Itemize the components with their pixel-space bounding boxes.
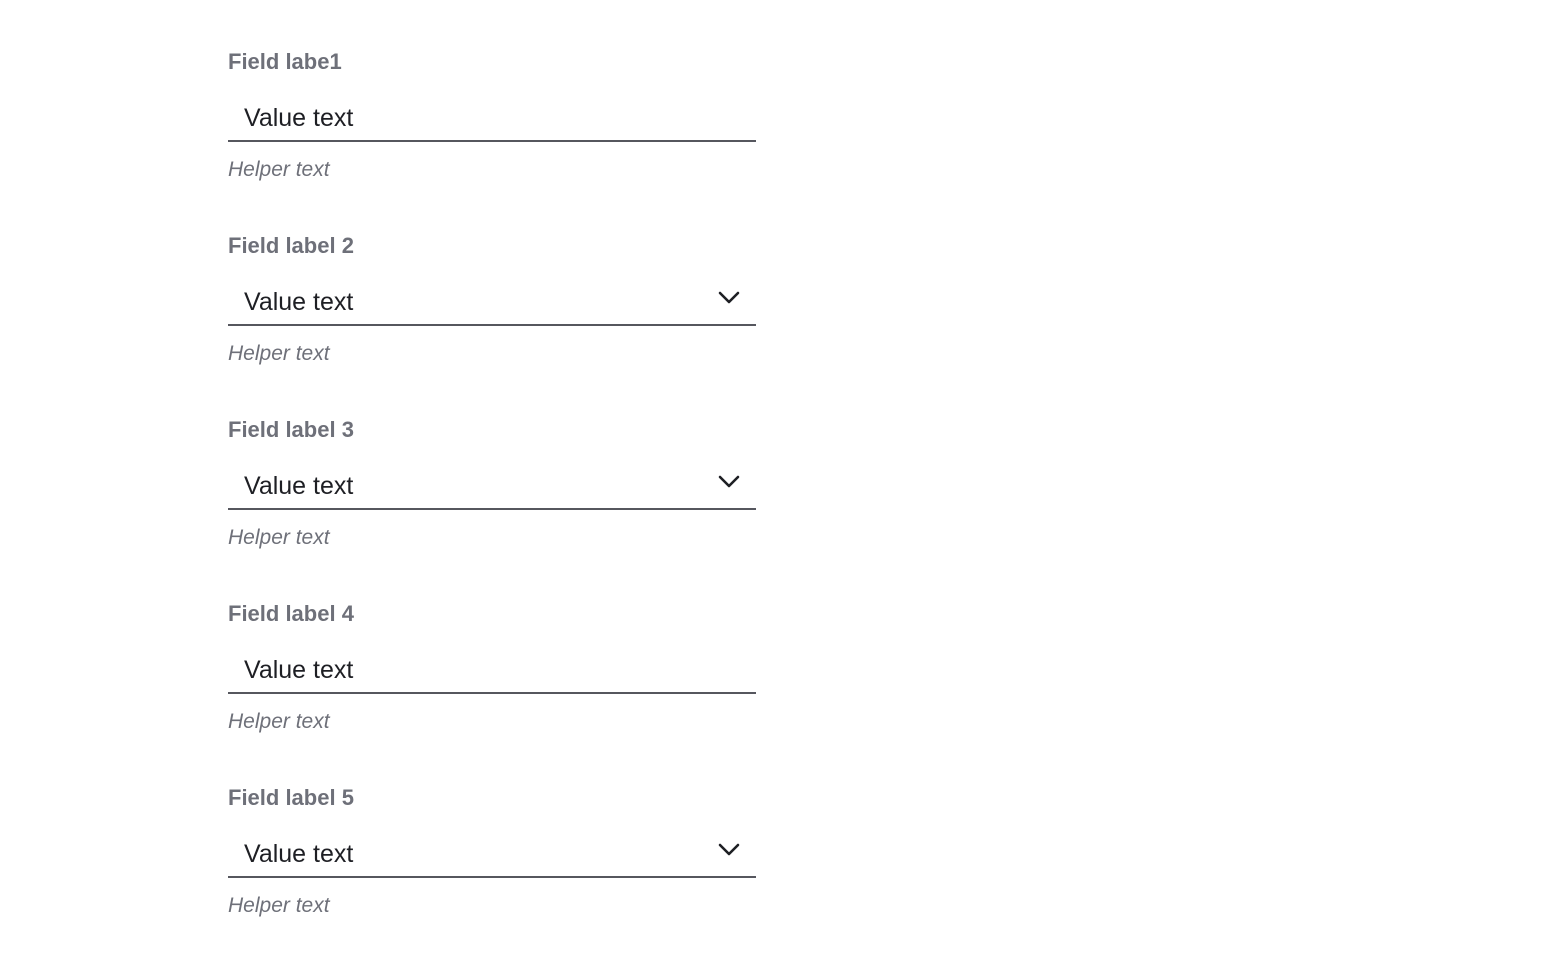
field-label: Field label 2	[228, 233, 354, 258]
text-input[interactable]: Value text	[228, 646, 756, 694]
select-value: Value text	[244, 288, 354, 316]
chevron-down-icon[interactable]	[718, 474, 740, 490]
helper-text: Helper text	[228, 526, 330, 549]
select-dropdown[interactable]: Value text	[228, 278, 756, 326]
field-label: Field label 3	[228, 417, 354, 442]
field-label: Field labe1	[228, 49, 342, 74]
input-value: Value text	[244, 656, 354, 684]
form: Field labe1 Value text Helper text Field…	[228, 48, 756, 968]
chevron-down-icon[interactable]	[718, 842, 740, 858]
field-label: Field label 5	[228, 785, 354, 810]
select-dropdown[interactable]: Value text	[228, 830, 756, 878]
field-label: Field label 4	[228, 601, 354, 626]
helper-text: Helper text	[228, 710, 330, 733]
field-1: Field labe1 Value text Helper text	[228, 48, 756, 232]
text-input[interactable]: Value text	[228, 94, 756, 142]
helper-text: Helper text	[228, 158, 330, 181]
select-dropdown[interactable]: Value text	[228, 462, 756, 510]
helper-text: Helper text	[228, 342, 330, 365]
field-2: Field label 2 Value text Helper text	[228, 232, 756, 416]
field-4: Field label 4 Value text Helper text	[228, 600, 756, 784]
field-3: Field label 3 Value text Helper text	[228, 416, 756, 600]
input-value: Value text	[244, 104, 354, 132]
select-value: Value text	[244, 840, 354, 868]
chevron-down-icon[interactable]	[718, 290, 740, 306]
helper-text: Helper text	[228, 894, 330, 917]
select-value: Value text	[244, 472, 354, 500]
field-5: Field label 5 Value text Helper text	[228, 784, 756, 968]
